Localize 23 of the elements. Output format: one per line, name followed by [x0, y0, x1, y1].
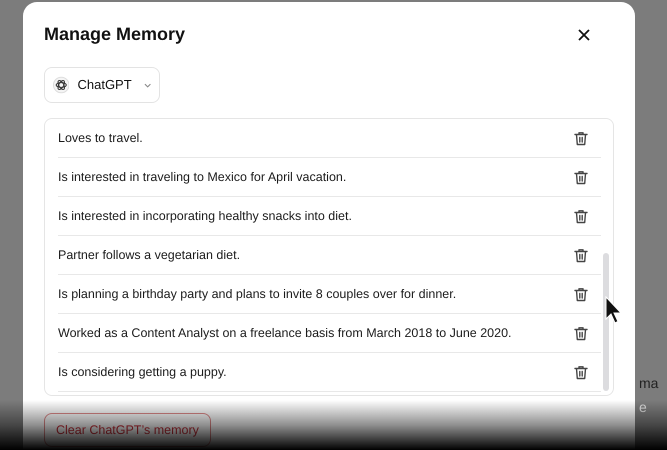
memory-text: Is interested in traveling to Mexico for April vacation. [58, 168, 346, 186]
memory-text: Loves to travel. [58, 130, 143, 147]
logo-icon [53, 76, 70, 94]
memory-text: Worked as a Content Analyst on a freelance basis from March 2018 to June 2020. [58, 324, 512, 342]
background-text: ma [639, 374, 658, 393]
close-icon[interactable] [578, 29, 590, 41]
chevron-down-icon [144, 82, 151, 88]
trash-icon[interactable] [574, 130, 588, 146]
trash-icon[interactable] [574, 170, 588, 184]
scrollbar-thumb[interactable] [603, 253, 609, 391]
trash-icon[interactable] [574, 364, 588, 380]
dialog-title: Manage Memory [44, 23, 186, 46]
trash-icon[interactable] [574, 286, 588, 302]
memory-text: Is considering getting a puppy. [58, 364, 227, 381]
pointer-icon [605, 296, 623, 324]
trash-icon[interactable] [574, 248, 588, 262]
memory-text: Partner follows a vegetarian diet. [58, 246, 240, 264]
trash-icon[interactable] [574, 326, 588, 340]
model-dropdown[interactable]: ChatGPT [44, 67, 160, 103]
memory-text: Is planning a birthday party and plans to invite 8 couples over for dinner. [58, 286, 456, 303]
memory-text: Is interested in incorporating healthy snacks into diet. [58, 208, 352, 225]
background-text: e [639, 398, 648, 417]
trash-icon[interactable] [574, 208, 588, 224]
